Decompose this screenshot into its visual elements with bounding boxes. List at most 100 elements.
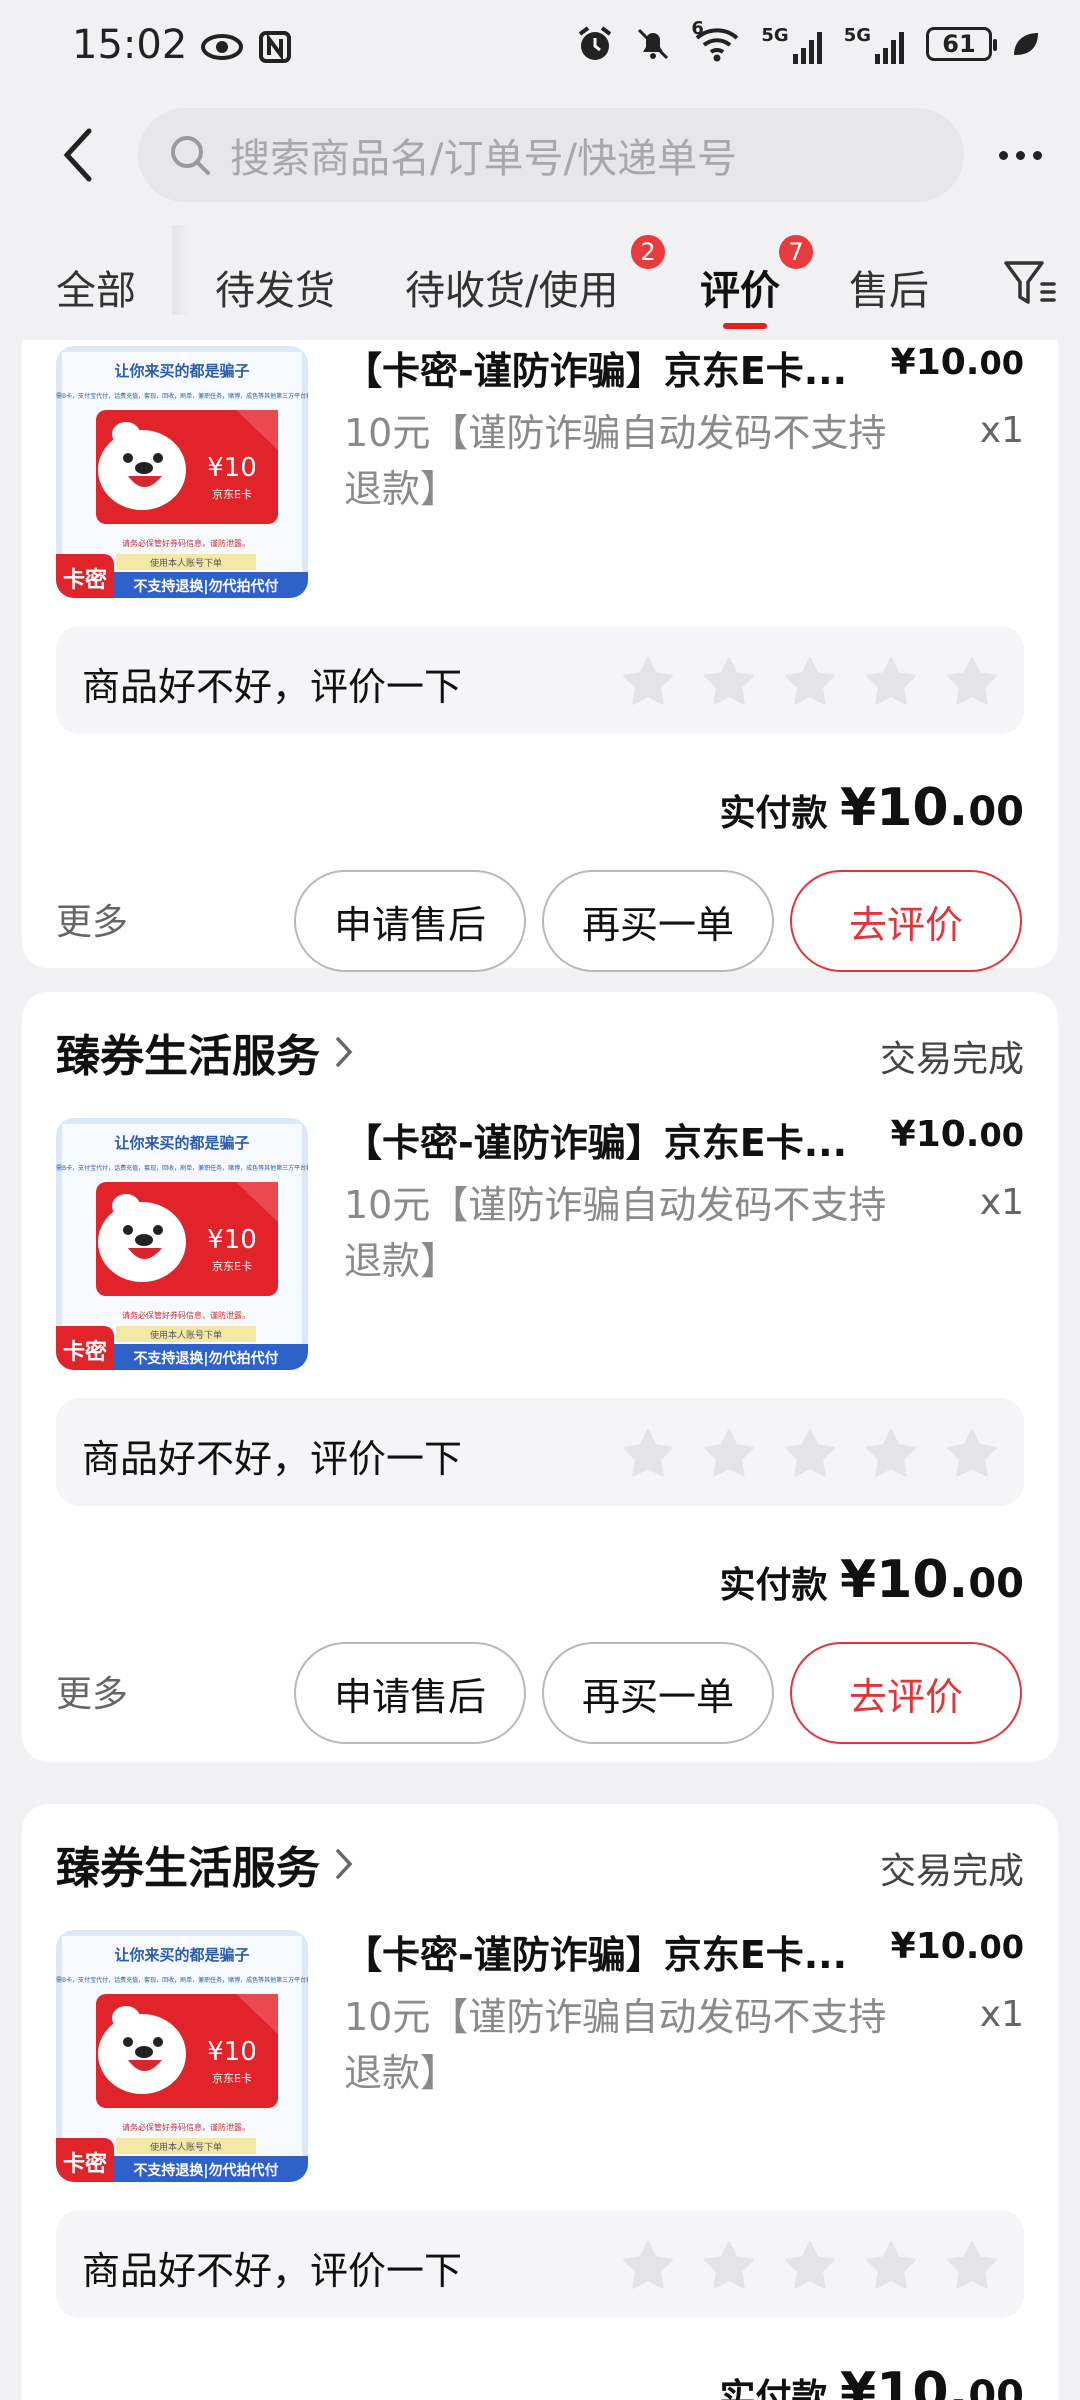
thumb-card-name: 京东E卡 (212, 487, 252, 501)
thumb-headline: 让你来买的都是骗子 (114, 1946, 249, 1964)
thumb-card-name: 京东E卡 (212, 2071, 252, 2085)
star-icon[interactable] (703, 656, 755, 706)
shop-name: 臻券生活服务 (56, 1843, 320, 1894)
mute-icon (638, 28, 669, 60)
leaf-icon (1014, 33, 1038, 55)
star-icon[interactable] (946, 2240, 998, 2290)
star-icon[interactable] (946, 1428, 998, 1478)
star-icon[interactable] (622, 656, 674, 706)
star-icon[interactable] (703, 2240, 755, 2290)
star-icon[interactable] (784, 1428, 836, 1478)
product-thumbnail[interactable]: 让你来买的都是骗子 如买A卡需B卡，支付宝代付，话费充值，套现，回收，刷单，兼职… (56, 1930, 308, 2182)
star-icon[interactable] (703, 1428, 755, 1478)
rating-prompt[interactable]: 商品好不好，评价一下 (56, 2210, 1024, 2318)
product-title[interactable]: 【卡密-谨防诈骗】京东E卡... (344, 1112, 844, 1167)
star-icon[interactable] (784, 656, 836, 706)
rating-prompt-text: 商品好不好，评价一下 (82, 1437, 463, 1481)
thumb-corner-label: 卡密 (63, 1339, 107, 1365)
eye-icon (201, 34, 243, 60)
buy-again-button[interactable]: 再买一单 (542, 1642, 774, 1744)
rating-prompt-text: 商品好不好，评价一下 (82, 2249, 463, 2293)
search-icon (171, 136, 210, 175)
thumb-bottom-strip: 不支持退换|勿代拍代付 (133, 578, 278, 595)
order-status: 交易完成 (879, 1851, 1024, 1892)
thumb-fineprint: 如买A卡需B卡，支付宝代付，话费充值，套现，回收，刷单，兼职任务，赌博，成色等其… (56, 1976, 308, 1984)
star-icon[interactable] (865, 2240, 917, 2290)
rating-prompt[interactable]: 商品好不好，评价一下 (56, 626, 1024, 734)
apply-after-sale-button[interactable]: 申请售后 (294, 1642, 526, 1744)
star-icon[interactable] (784, 2240, 836, 2290)
thumb-card-value: ¥10 (207, 453, 257, 483)
rating-stars[interactable] (622, 2240, 998, 2290)
shop-name-link[interactable]: 臻券生活服务 (56, 1832, 354, 1896)
star-icon[interactable] (946, 656, 998, 706)
thumb-headline: 让你来买的都是骗子 (114, 1134, 249, 1152)
product-title[interactable]: 【卡密-谨防诈骗】京东E卡... (344, 340, 844, 395)
rating-prompt-text: 商品好不好，评价一下 (82, 665, 463, 709)
star-icon[interactable] (865, 1428, 917, 1478)
product-title[interactable]: 【卡密-谨防诈骗】京东E卡... (344, 1924, 844, 1979)
clock: 15:02 (72, 22, 188, 68)
more-link[interactable]: 更多 (56, 893, 128, 945)
chevron-left-icon (63, 128, 92, 182)
chevron-right-icon (336, 1849, 353, 1879)
more-link[interactable]: 更多 (56, 1665, 128, 1717)
search-input[interactable]: 搜索商品名/订单号/快递单号 (138, 108, 964, 202)
thumb-corner-label: 卡密 (63, 2151, 107, 2177)
thumb-card-name: 京东E卡 (212, 1259, 252, 1273)
thumb-fineprint: 如买A卡需B卡，支付宝代付，话费充值，套现，回收，刷单，兼职任务，赌博，成色等其… (56, 1164, 308, 1172)
thumb-headline: 让你来买的都是骗子 (114, 362, 249, 380)
thumb-bottom-strip: 不支持退换|勿代拍代付 (133, 1350, 278, 1367)
shop-name-link[interactable]: 臻券生活服务 (56, 1020, 354, 1084)
more-options-button[interactable] (990, 130, 1050, 180)
search-placeholder: 搜索商品名/订单号/快递单号 (230, 136, 737, 182)
thumb-usage: 使用本人账号下单 (150, 2141, 222, 2153)
thumb-warning: 请务必保管好券码信息，谨防泄露。 (122, 538, 250, 548)
active-tab-indicator (723, 323, 767, 329)
rating-stars[interactable] (622, 656, 998, 706)
write-review-button[interactable]: 去评价 (790, 1642, 1022, 1744)
product-description: 10元【谨防诈骗自动发码不支持退款】 (344, 1995, 887, 2095)
star-icon[interactable] (622, 2240, 674, 2290)
star-icon[interactable] (865, 656, 917, 706)
product-quantity: x1 (979, 1182, 1024, 1223)
tab-pending-shipment[interactable]: 待发货 (215, 258, 335, 316)
paid-amount: 实付款 ¥10.00 (719, 2362, 1024, 2400)
order-list[interactable]: 让你来买的都是骗子 如买A卡需B卡，支付宝代付，话费充值，套现，回收，刷单，兼职… (0, 340, 1080, 2400)
tab-pending-receipt[interactable]: 待收货/使用 (405, 258, 618, 316)
buy-again-button[interactable]: 再买一单 (542, 870, 774, 972)
thumb-bottom-strip: 不支持退换|勿代拍代付 (133, 2162, 278, 2179)
star-icon[interactable] (622, 1428, 674, 1478)
rating-prompt[interactable]: 商品好不好，评价一下 (56, 1398, 1024, 1506)
product-thumbnail[interactable]: 让你来买的都是骗子 如买A卡需B卡，支付宝代付，话费充值，套现，回收，刷单，兼职… (56, 346, 308, 598)
apply-after-sale-button[interactable]: 申请售后 (294, 870, 526, 972)
product-price: ¥10.00 (890, 342, 1024, 383)
nfc-icon (259, 31, 291, 63)
thumb-corner-label: 卡密 (63, 567, 107, 593)
product-quantity: x1 (979, 410, 1024, 451)
product-quantity: x1 (979, 1994, 1024, 2035)
more-dot-icon (1015, 150, 1025, 160)
paid-amount: 实付款 ¥10.00 (719, 1550, 1024, 1610)
order-status: 交易完成 (879, 1039, 1024, 1080)
write-review-button[interactable]: 去评价 (790, 870, 1022, 972)
wifi-badge: 6 (691, 18, 704, 39)
more-dot-icon (1032, 150, 1042, 160)
product-price: ¥10.00 (890, 1114, 1024, 1155)
filter-button[interactable] (1002, 258, 1058, 308)
thumb-card-value: ¥10 (207, 2037, 257, 2067)
tab-review[interactable]: 评价 (700, 258, 780, 316)
more-dot-icon (998, 150, 1008, 160)
wifi-icon: 6 (691, 18, 743, 64)
product-description: 10元【谨防诈骗自动发码不支持退款】 (344, 411, 887, 511)
back-button[interactable] (48, 120, 108, 190)
signal-icon: 5G (844, 25, 908, 64)
tab-after-sale[interactable]: 售后 (849, 258, 929, 316)
tab-scroll-shadow (172, 225, 190, 315)
tab-all[interactable]: 全部 (56, 258, 136, 316)
product-price: ¥10.00 (890, 1926, 1024, 1967)
product-thumbnail[interactable]: 让你来买的都是骗子 如买A卡需B卡，支付宝代付，话费充值，套现，回收，刷单，兼职… (56, 1118, 308, 1370)
order-card: 臻券生活服务 交易完成 让你来买的都是骗子 如买A卡需B卡，支付宝代付，话费充值… (22, 1804, 1058, 2400)
filter-icon (1004, 261, 1056, 304)
rating-stars[interactable] (622, 1428, 998, 1478)
